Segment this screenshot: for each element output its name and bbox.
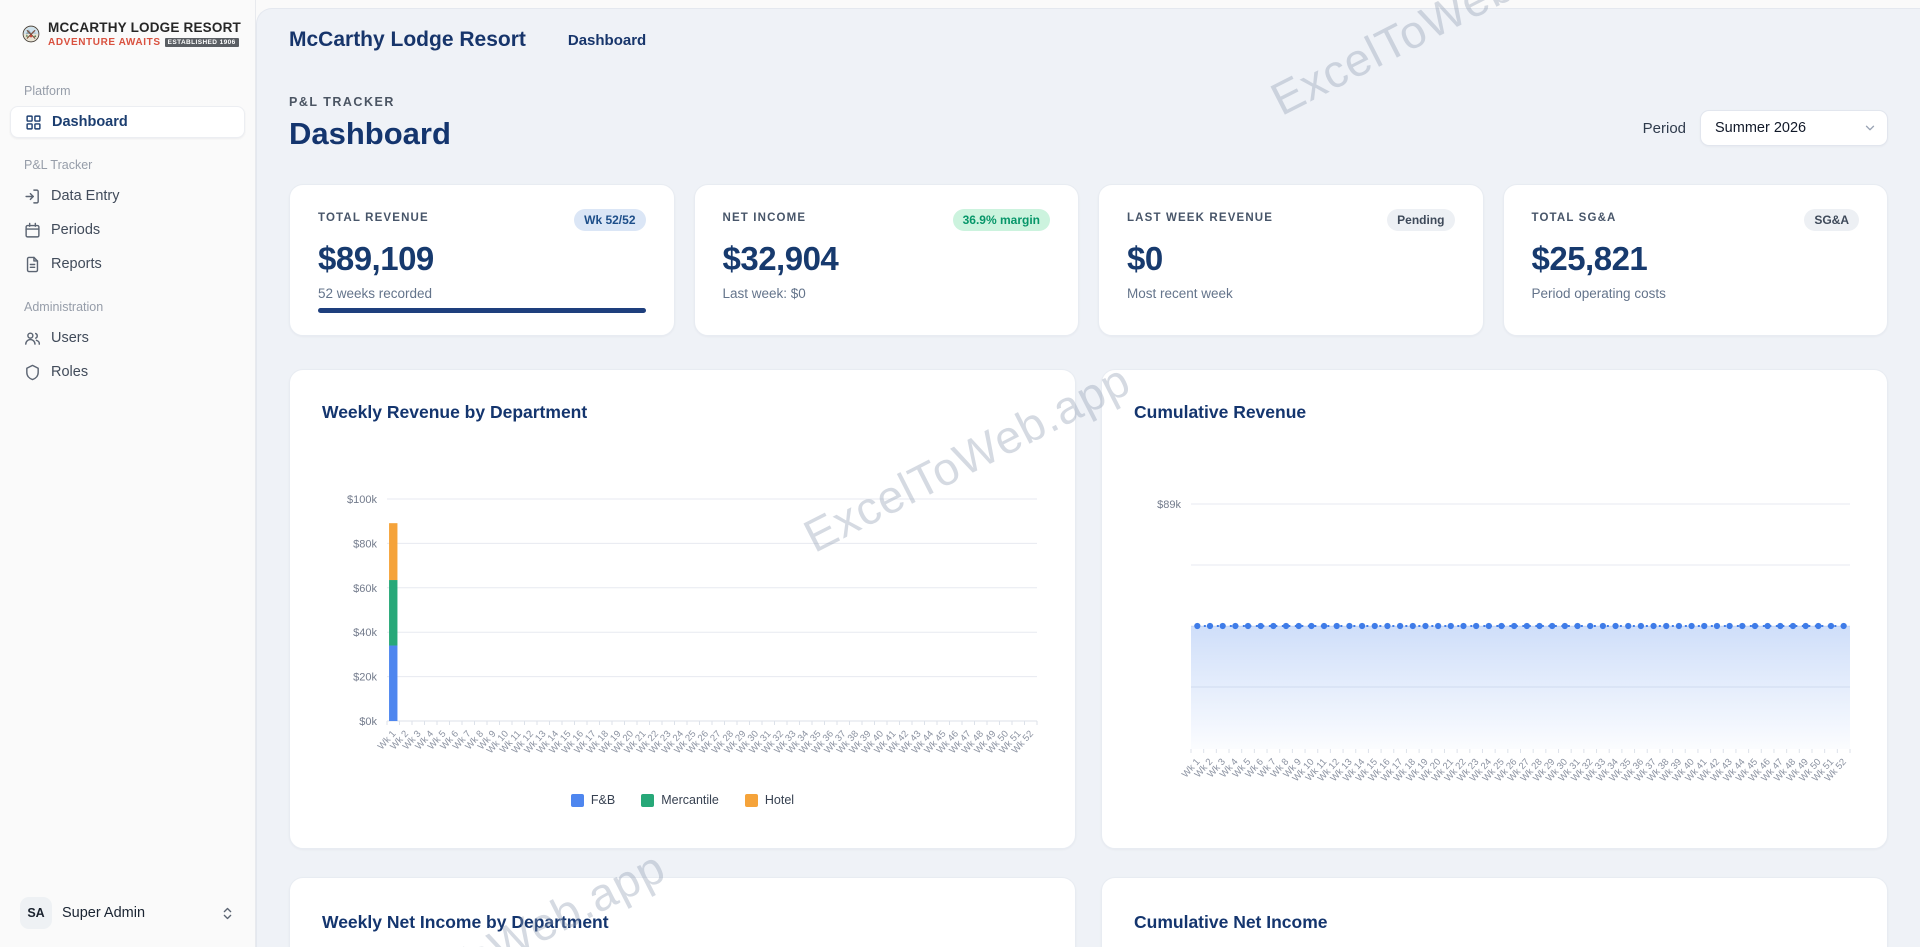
sidebar-item-data-entry[interactable]: Data Entry: [10, 180, 245, 212]
logo-tagline: ADVENTURE AWAITS: [48, 37, 161, 48]
sidebar-item-reports[interactable]: Reports: [10, 248, 245, 280]
sidebar-item-label: Users: [51, 330, 89, 346]
sidebar-item-label: Periods: [51, 222, 100, 238]
nav-section-platform: Platform: [0, 78, 255, 104]
revenue-progress-bar: [318, 308, 646, 313]
weekly-revenue-bar-chart: $0k$20k$40k$60k$80k$100kWk 1Wk 2Wk 3Wk 4…: [322, 463, 1041, 783]
sidebar-item-label: Data Entry: [51, 188, 120, 204]
chart-legend: F&B Mercantile Hotel: [322, 793, 1043, 807]
stat-card-total-revenue: TOTAL REVENUE Wk 52/52 $89,109 52 weeks …: [289, 184, 675, 336]
cumulative-revenue-line-chart: $89kWk 1Wk 2Wk 3Wk 4Wk 5Wk 6Wk 7Wk 8Wk 9…: [1134, 463, 1854, 793]
period-label: Period: [1643, 120, 1686, 137]
svg-text:$40k: $40k: [353, 627, 377, 639]
stat-subtext: Period operating costs: [1532, 286, 1860, 301]
topbar: McCarthy Lodge Resort Dashboard: [257, 9, 1920, 71]
svg-text:$20k: $20k: [353, 672, 377, 684]
users-icon: [24, 330, 41, 347]
calendar-icon: [24, 222, 41, 239]
stat-label: LAST WEEK REVENUE: [1127, 209, 1273, 224]
status-badge: Wk 52/52: [574, 209, 645, 231]
sidebar-item-periods[interactable]: Periods: [10, 214, 245, 246]
cumulative-net-income-chart-card: Cumulative Net Income: [1101, 877, 1888, 947]
logo-title: MCCARTHY LODGE RESORT: [48, 20, 241, 35]
sidebar-item-label: Roles: [51, 364, 88, 380]
stat-card-total-sga: TOTAL SG&A SG&A $25,821 Period operating…: [1503, 184, 1889, 336]
legend-item-fnb: F&B: [571, 793, 615, 807]
stat-value: $0: [1127, 240, 1455, 278]
stat-label: TOTAL SG&A: [1532, 209, 1617, 224]
fnb-swatch-icon: [571, 794, 584, 807]
report-icon: [24, 256, 41, 273]
legend-item-mercantile: Mercantile: [641, 793, 719, 807]
svg-text:$80k: $80k: [353, 538, 377, 550]
stat-subtext: Most recent week: [1127, 286, 1455, 301]
stat-card-net-income: NET INCOME 36.9% margin $32,904 Last wee…: [694, 184, 1080, 336]
chart-title: Cumulative Net Income: [1134, 912, 1855, 933]
user-menu[interactable]: SA Super Admin: [8, 889, 247, 937]
status-badge: 36.9% margin: [953, 209, 1050, 231]
stat-value: $25,821: [1532, 240, 1860, 278]
weekly-net-income-chart-card: Weekly Net Income by Department: [289, 877, 1076, 947]
sidebar-item-roles[interactable]: Roles: [10, 356, 245, 388]
app-title: McCarthy Lodge Resort: [289, 28, 526, 52]
avatar: SA: [20, 897, 52, 929]
svg-text:$89k: $89k: [1157, 499, 1181, 511]
chevrons-up-down-icon: [220, 906, 235, 921]
weekly-revenue-chart-card: Weekly Revenue by Department $0k $20k $40k…: [289, 369, 1076, 849]
hotel-swatch-icon: [745, 794, 758, 807]
legend-label: Mercantile: [661, 793, 719, 807]
svg-text:$0k: $0k: [359, 716, 377, 728]
svg-text:$100k: $100k: [347, 494, 377, 506]
logo: MCCARTHY LODGE RESORT ADVENTURE AWAITS E…: [0, 0, 255, 64]
user-name: Super Admin: [62, 905, 210, 921]
legend-item-hotel: Hotel: [745, 793, 794, 807]
legend-label: Hotel: [765, 793, 794, 807]
section-eyebrow: P&L TRACKER: [289, 95, 451, 109]
status-badge: SG&A: [1804, 209, 1859, 231]
svg-text:$60k: $60k: [353, 583, 377, 595]
sidebar-item-label: Dashboard: [52, 114, 128, 130]
stat-card-last-week-revenue: LAST WEEK REVENUE Pending $0 Most recent…: [1098, 184, 1484, 336]
period-select[interactable]: Summer 2026: [1700, 110, 1888, 146]
breadcrumb: Dashboard: [568, 32, 646, 49]
mercantile-swatch-icon: [641, 794, 654, 807]
stat-value: $32,904: [723, 240, 1051, 278]
sidebar-item-dashboard[interactable]: Dashboard: [10, 106, 245, 138]
status-badge: Pending: [1387, 209, 1454, 231]
chart-title: Cumulative Revenue: [1134, 402, 1855, 423]
layout-grid-icon: [25, 114, 42, 131]
shield-icon: [24, 364, 41, 381]
legend-label: F&B: [591, 793, 615, 807]
cumulative-revenue-chart-card: Cumulative Revenue $89kWk 1Wk 2Wk 3Wk 4W…: [1101, 369, 1888, 849]
sidebar-item-users[interactable]: Users: [10, 322, 245, 354]
page-title: Dashboard: [289, 116, 451, 152]
stat-label: TOTAL REVENUE: [318, 209, 429, 224]
stat-label: NET INCOME: [723, 209, 807, 224]
chart-title: Weekly Revenue by Department: [322, 402, 1043, 423]
sidebar: MCCARTHY LODGE RESORT ADVENTURE AWAITS E…: [0, 0, 256, 947]
stat-value: $89,109: [318, 240, 646, 278]
nav-section-administration: Administration: [0, 294, 255, 320]
stat-subtext: 52 weeks recorded: [318, 286, 646, 301]
logo-established-badge: ESTABLISHED 1906: [165, 38, 239, 47]
stat-subtext: Last week: $0: [723, 286, 1051, 301]
sidebar-item-label: Reports: [51, 256, 102, 272]
data-entry-icon: [24, 188, 41, 205]
lodge-emblem-icon: [22, 14, 40, 54]
chart-title: Weekly Net Income by Department: [322, 912, 1043, 933]
nav-section-pnl-tracker: P&L Tracker: [0, 152, 255, 178]
main-panel: McCarthy Lodge Resort Dashboard P&L TRAC…: [256, 8, 1920, 947]
